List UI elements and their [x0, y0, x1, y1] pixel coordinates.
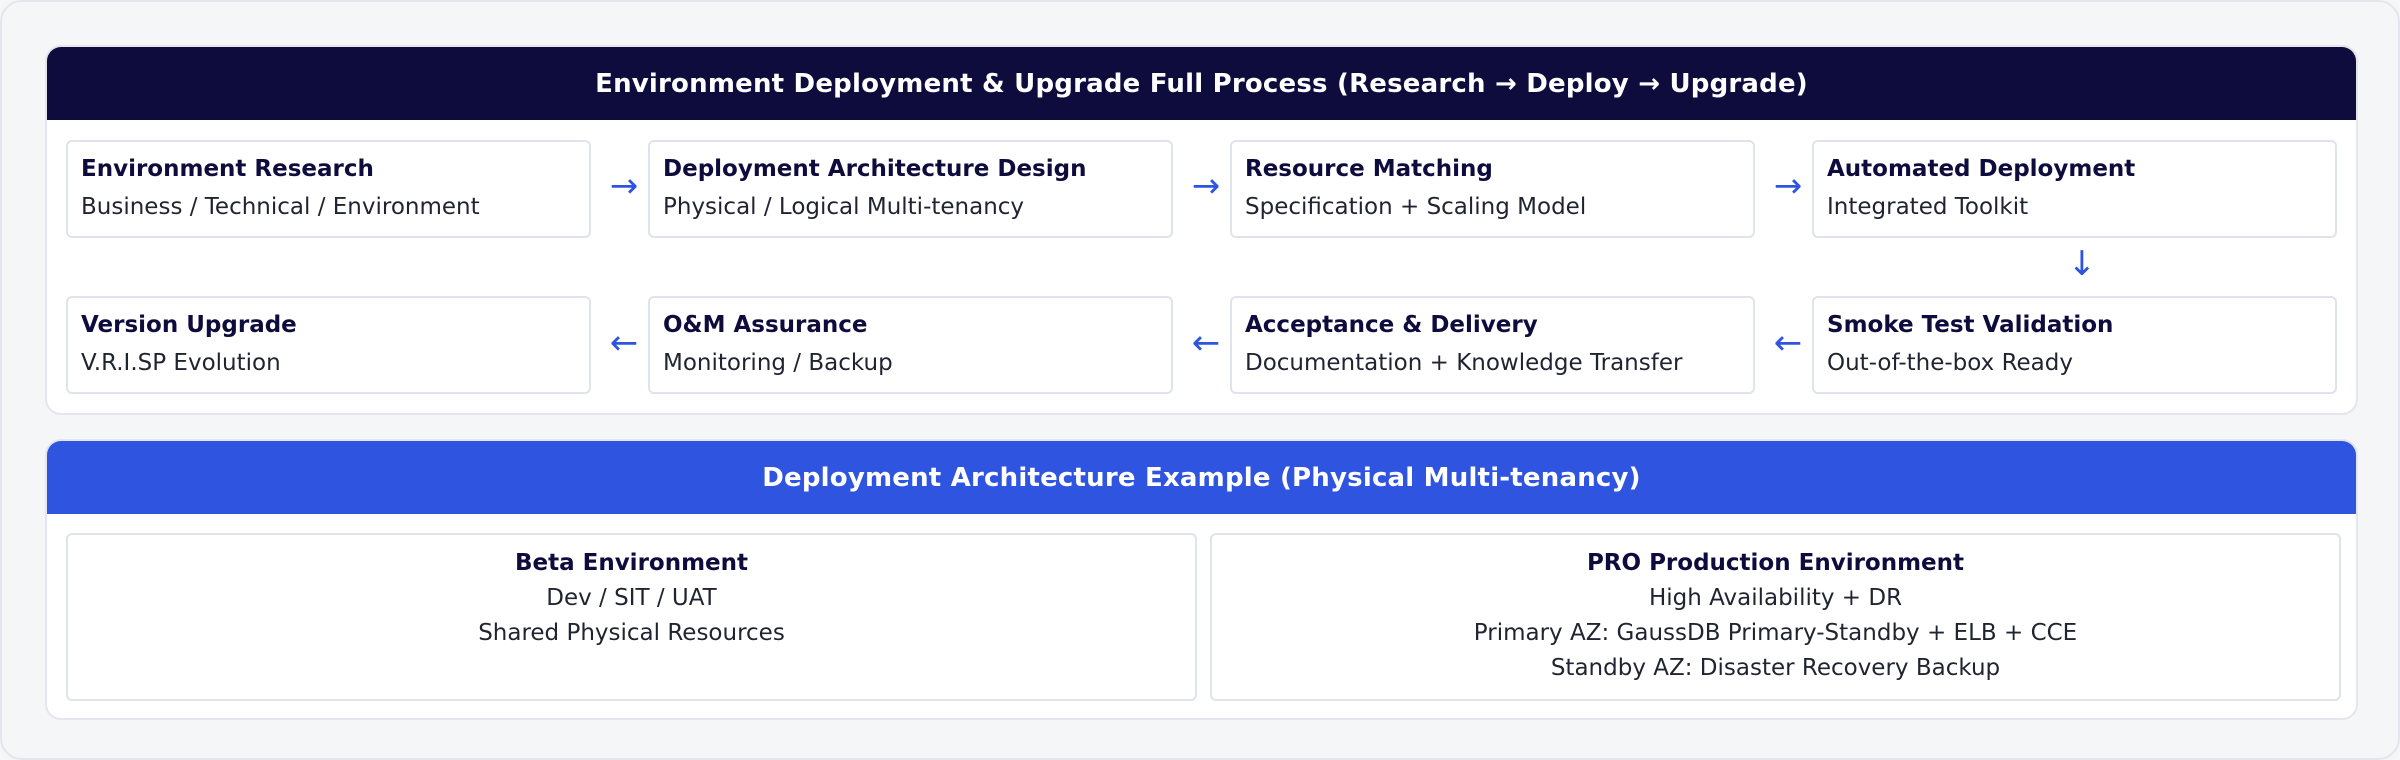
step-title: Resource Matching	[1245, 156, 1493, 182]
step-automated-deployment: Automated Deployment Integrated Toolkit	[1812, 140, 2337, 238]
step-title: Acceptance & Delivery	[1245, 312, 1538, 338]
process-panel: Environment Deployment & Upgrade Full Pr…	[45, 45, 2358, 415]
step-subtitle: Physical / Logical Multi-tenancy	[663, 194, 1025, 220]
pro-environment-box: PRO Production Environment High Availabi…	[1210, 533, 2341, 701]
step-subtitle: Monitoring / Backup	[663, 350, 893, 376]
step-subtitle: V.R.I.SP Evolution	[81, 350, 281, 376]
step-title: Version Upgrade	[81, 312, 297, 338]
beta-environment-box: Beta Environment Dev / SIT / UAT Shared …	[66, 533, 1197, 701]
arrow-left-icon: ←	[1191, 323, 1221, 363]
step-version-upgrade: Version Upgrade V.R.I.SP Evolution	[66, 296, 591, 394]
step-subtitle: Business / Technical / Environment	[81, 194, 480, 220]
arrow-right-icon: →	[1773, 166, 1803, 206]
pro-environment-line: Standby AZ: Disaster Recovery Backup	[1550, 655, 2001, 681]
step-resource-matching: Resource Matching Specification + Scalin…	[1230, 140, 1755, 238]
step-subtitle: Out-of-the-box Ready	[1827, 350, 2073, 376]
step-subtitle: Documentation + Knowledge Transfer	[1245, 350, 1683, 376]
step-title: Automated Deployment	[1827, 156, 2136, 182]
process-header: Environment Deployment & Upgrade Full Pr…	[47, 47, 2356, 120]
step-smoke-test-validation: Smoke Test Validation Out-of-the-box Rea…	[1812, 296, 2337, 394]
pro-environment-line: High Availability + DR	[1648, 585, 1903, 611]
arrow-down-icon: ↓	[2067, 244, 2097, 284]
diagram-canvas: Environment Deployment & Upgrade Full Pr…	[0, 0, 2400, 760]
step-deployment-architecture-design: Deployment Architecture Design Physical …	[648, 140, 1173, 238]
step-subtitle: Integrated Toolkit	[1827, 194, 2029, 220]
beta-environment-title: Beta Environment	[514, 550, 749, 576]
step-environment-research: Environment Research Business / Technica…	[66, 140, 591, 238]
beta-environment-line: Dev / SIT / UAT	[546, 585, 717, 611]
arrow-right-icon: →	[609, 166, 639, 206]
step-title: Deployment Architecture Design	[663, 156, 1087, 182]
architecture-header: Deployment Architecture Example (Physica…	[47, 441, 2356, 514]
arrow-right-icon: →	[1191, 166, 1221, 206]
step-title: Smoke Test Validation	[1827, 312, 2114, 338]
step-acceptance-delivery: Acceptance & Delivery Documentation + Kn…	[1230, 296, 1755, 394]
process-title: Environment Deployment & Upgrade Full Pr…	[595, 68, 1808, 99]
architecture-panel: Deployment Architecture Example (Physica…	[45, 439, 2358, 720]
architecture-title: Deployment Architecture Example (Physica…	[762, 462, 1641, 493]
step-om-assurance: O&M Assurance Monitoring / Backup	[648, 296, 1173, 394]
step-subtitle: Specification + Scaling Model	[1245, 194, 1587, 220]
pro-environment-line: Primary AZ: GaussDB Primary-Standby + EL…	[1473, 620, 2078, 646]
arrow-left-icon: ←	[1773, 323, 1803, 363]
arrow-left-icon: ←	[609, 323, 639, 363]
pro-environment-title: PRO Production Environment	[1586, 550, 1965, 576]
step-title: Environment Research	[81, 156, 374, 182]
beta-environment-line: Shared Physical Resources	[478, 620, 785, 646]
step-title: O&M Assurance	[663, 312, 868, 338]
